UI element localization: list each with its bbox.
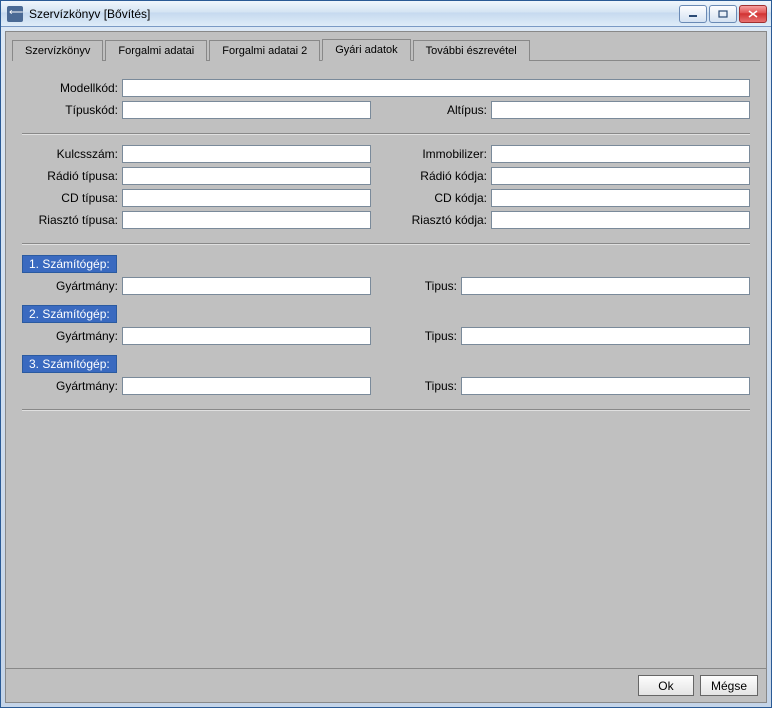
separator [22, 243, 750, 245]
input-cd-tipusa[interactable] [122, 189, 371, 207]
label-c2-gyartmany: Gyártmány: [22, 329, 122, 343]
input-c2-tipus[interactable] [461, 327, 750, 345]
label-riaszto-kodja: Riasztó kódja: [401, 213, 491, 227]
input-immobilizer[interactable] [491, 145, 750, 163]
label-cd-tipusa: CD típusa: [22, 191, 122, 205]
close-button[interactable] [739, 5, 767, 23]
input-c1-gyartmany[interactable] [122, 277, 371, 295]
label-tipuskod: Típuskód: [22, 103, 122, 117]
label-c1-tipus: Tipus: [401, 279, 461, 293]
tab-szervizkonyv[interactable]: Szervízkönyv [12, 40, 103, 61]
label-cd-kodja: CD kódja: [401, 191, 491, 205]
tab-forgalmi-adatai[interactable]: Forgalmi adatai [105, 40, 207, 61]
app-window: Szervízkönyv [Bővítés] Szervízkönyv Forg… [0, 0, 772, 708]
label-modelkod: Modellkód: [22, 81, 122, 95]
input-tipuskod[interactable] [122, 101, 371, 119]
maximize-icon [718, 10, 728, 18]
label-c3-tipus: Tipus: [401, 379, 461, 393]
client-area: Szervízkönyv Forgalmi adatai Forgalmi ad… [5, 31, 767, 703]
input-c3-tipus[interactable] [461, 377, 750, 395]
input-cd-kodja[interactable] [491, 189, 750, 207]
label-riaszto-tipusa: Riasztó típusa: [22, 213, 122, 227]
tab-forgalmi-adatai-2[interactable]: Forgalmi adatai 2 [209, 40, 320, 61]
input-c1-tipus[interactable] [461, 277, 750, 295]
input-modelkod[interactable] [122, 79, 750, 97]
app-icon [7, 6, 23, 22]
label-radio-kodja: Rádió kódja: [401, 169, 491, 183]
input-radio-kodja[interactable] [491, 167, 750, 185]
window-title: Szervízkönyv [Bővítés] [29, 7, 679, 21]
input-altipus[interactable] [491, 101, 750, 119]
tab-tovabbi-eszrevetel[interactable]: További észrevétel [413, 40, 530, 61]
close-icon [748, 10, 758, 18]
tab-panel-gyari-adatok: Modellkód: Típuskód: Altípus: Kulcsszám: [12, 60, 760, 668]
input-c2-gyartmany[interactable] [122, 327, 371, 345]
dialog-footer: Ok Mégse [6, 668, 766, 702]
group-header-computer-3: 3. Számítógép: [22, 355, 117, 373]
cancel-button[interactable]: Mégse [700, 675, 758, 696]
label-c1-gyartmany: Gyártmány: [22, 279, 122, 293]
input-radio-tipusa[interactable] [122, 167, 371, 185]
minimize-button[interactable] [679, 5, 707, 23]
label-c2-tipus: Tipus: [401, 329, 461, 343]
minimize-icon [688, 10, 698, 18]
input-kulcsszam[interactable] [122, 145, 371, 163]
label-radio-tipusa: Rádió típusa: [22, 169, 122, 183]
maximize-button[interactable] [709, 5, 737, 23]
input-c3-gyartmany[interactable] [122, 377, 371, 395]
label-kulcsszam: Kulcsszám: [22, 147, 122, 161]
group-header-computer-1: 1. Számítógép: [22, 255, 117, 273]
label-c3-gyartmany: Gyártmány: [22, 379, 122, 393]
label-altipus: Altípus: [401, 103, 491, 117]
group-header-computer-2: 2. Számítógép: [22, 305, 117, 323]
separator [22, 133, 750, 135]
separator [22, 409, 750, 411]
input-riaszto-tipusa[interactable] [122, 211, 371, 229]
label-immobilizer: Immobilizer: [401, 147, 491, 161]
titlebar: Szervízkönyv [Bővítés] [1, 1, 771, 27]
tabstrip: Szervízkönyv Forgalmi adatai Forgalmi ad… [6, 32, 766, 60]
input-riaszto-kodja[interactable] [491, 211, 750, 229]
ok-button[interactable]: Ok [638, 675, 694, 696]
tab-gyari-adatok[interactable]: Gyári adatok [322, 39, 410, 61]
